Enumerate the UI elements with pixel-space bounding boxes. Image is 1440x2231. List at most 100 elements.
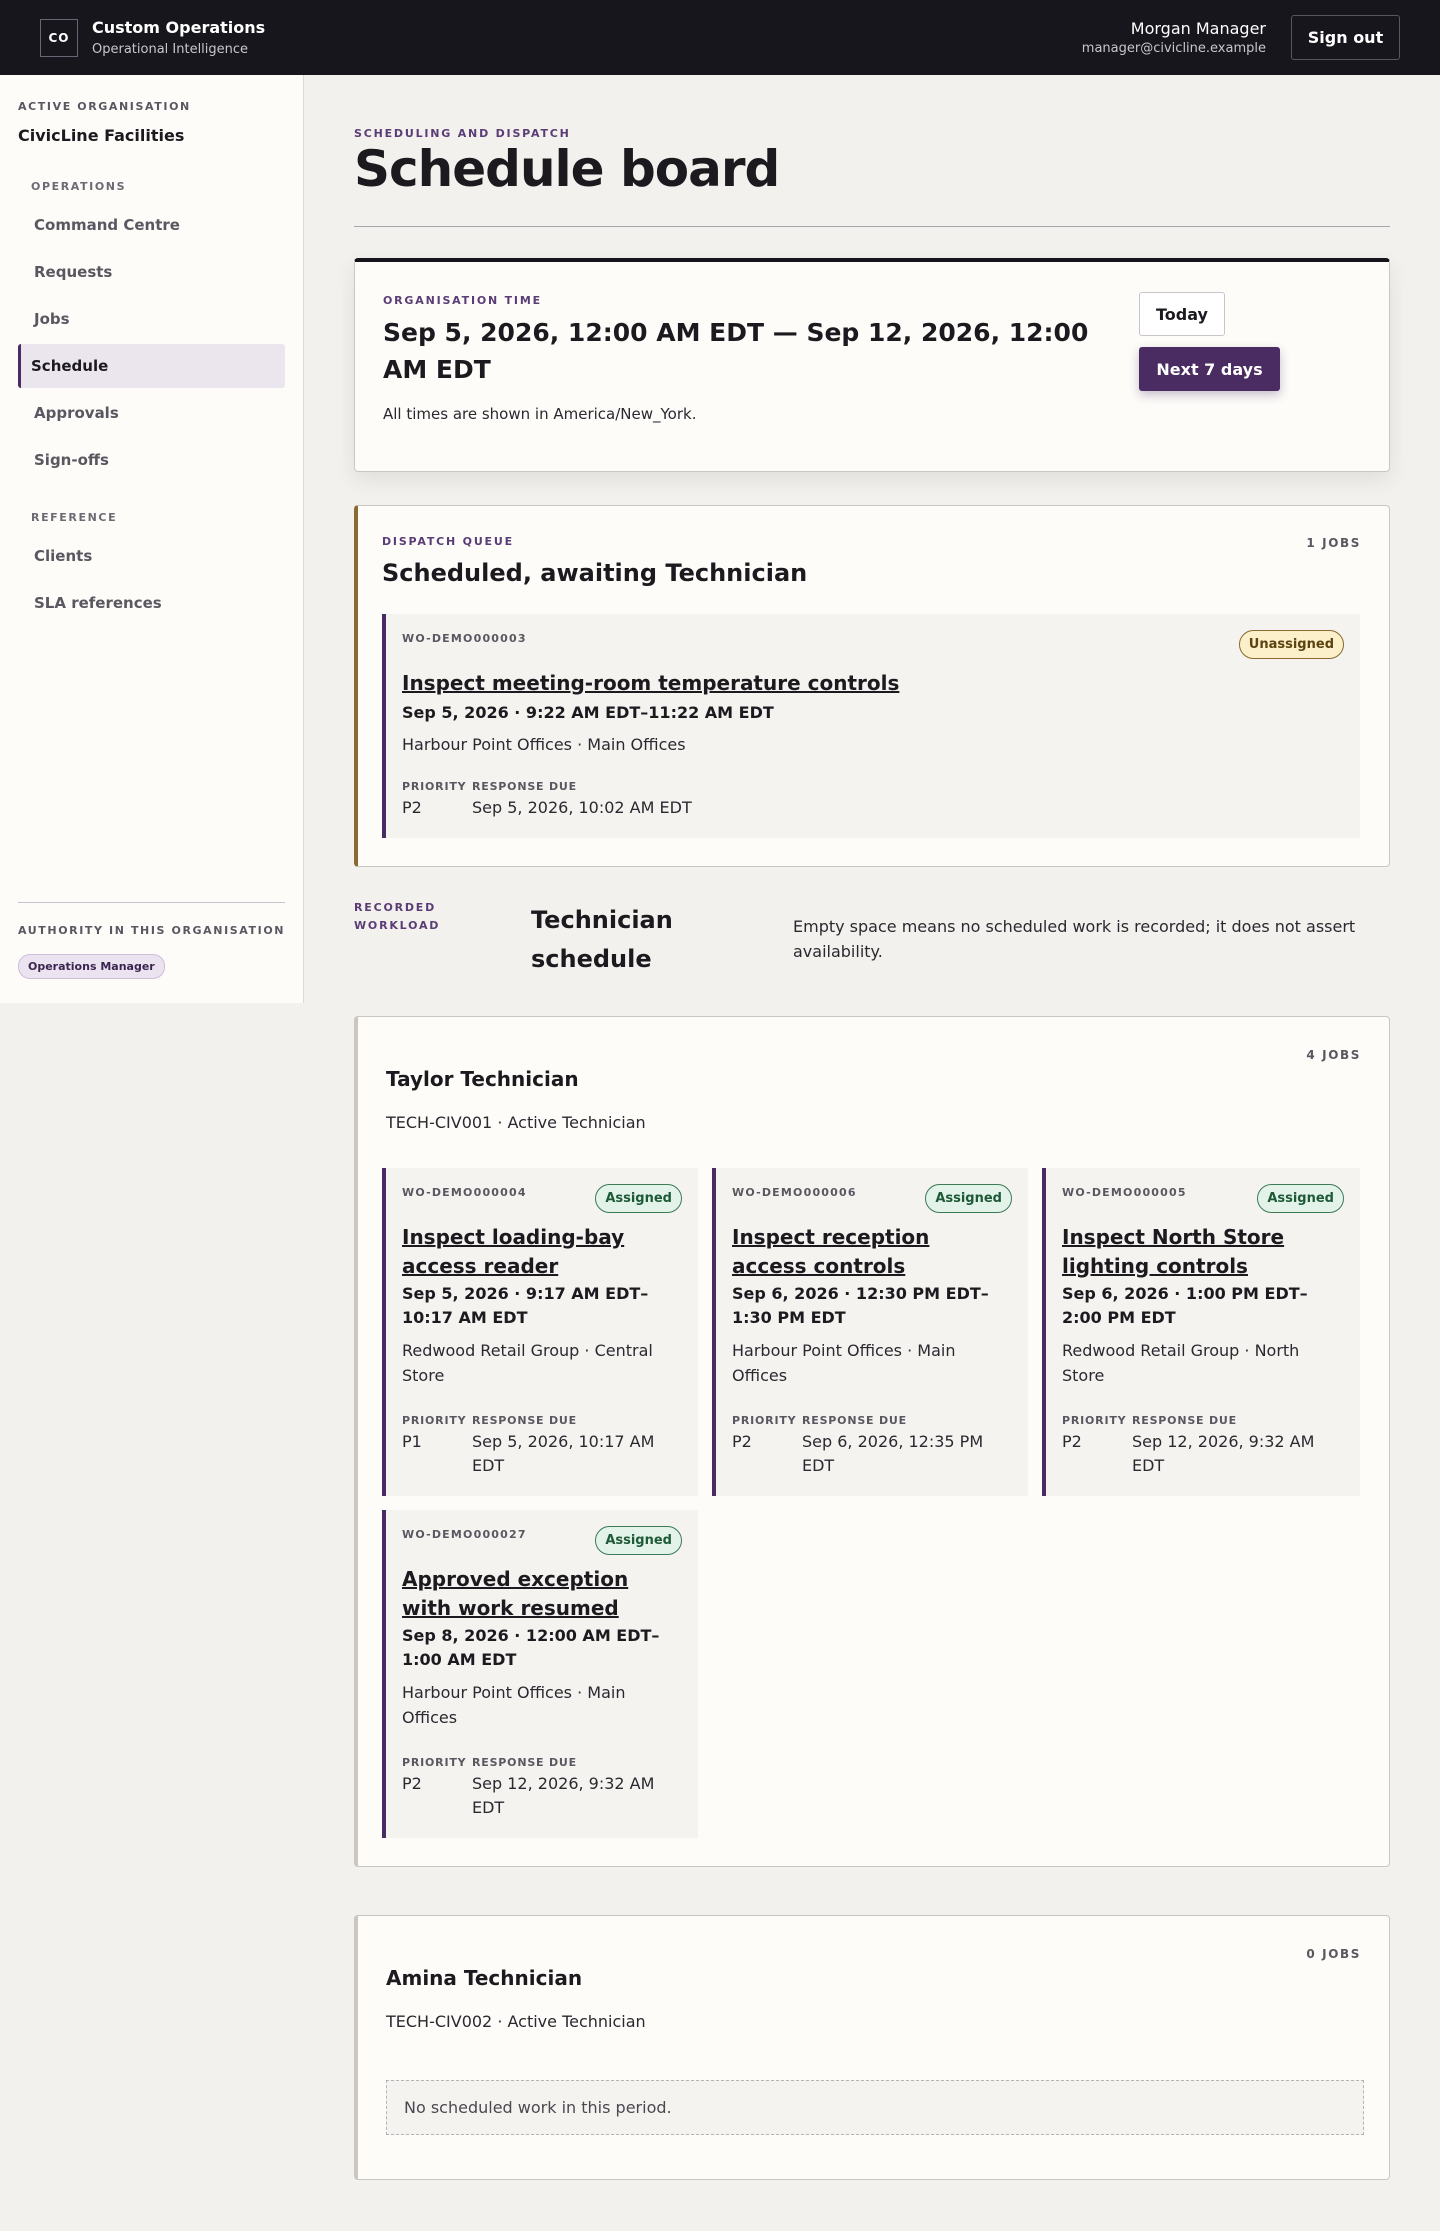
job-title-link[interactable]: Inspect reception access controls: [732, 1223, 1002, 1281]
page-title: Schedule board: [354, 140, 780, 198]
status-badge: Assigned: [595, 1526, 682, 1555]
job-time: Sep 6, 2026 · 12:30 PM EDT–1:30 PM EDT: [732, 1284, 989, 1327]
technician-job-count: 0 JOBS: [1306, 1947, 1361, 1961]
operations-section-label: OPERATIONS: [31, 180, 127, 193]
user-name: Morgan Manager: [1130, 19, 1266, 38]
empty-schedule-message: No scheduled work in this period.: [386, 2080, 1364, 2135]
role-badge: Operations Manager: [18, 954, 165, 979]
job-card: WO-DEMO000005 Assigned Inspect North Sto…: [1042, 1168, 1360, 1496]
response-due-value: Sep 12, 2026, 9:32 AM EDT: [472, 1774, 655, 1817]
priority-value: P2: [732, 1432, 752, 1451]
authority-label: AUTHORITY IN THIS ORGANISATION: [18, 924, 286, 937]
user-email: manager@civicline.example: [1081, 41, 1266, 56]
response-due-label: RESPONSE DUE: [802, 1414, 907, 1427]
technician-details: TECH-CIV002 · Active Technician: [386, 2012, 646, 2031]
reference-section-label: REFERENCE: [31, 511, 118, 524]
sidebar-item-sla-references[interactable]: SLA references: [18, 581, 285, 625]
status-badge: Assigned: [595, 1184, 682, 1213]
workload-eyebrow: RECORDED WORKLOAD: [354, 901, 441, 932]
technician-details: TECH-CIV001 · Active Technician: [386, 1113, 646, 1132]
technician-card: Taylor Technician TECH-CIV001 · Active T…: [354, 1016, 1390, 1867]
job-location: Harbour Point Offices · Main Offices: [402, 1683, 626, 1727]
job-location: Redwood Retail Group · Central Store: [402, 1341, 653, 1385]
queue-eyebrow: DISPATCH QUEUE: [382, 535, 514, 548]
response-due-label: RESPONSE DUE: [1132, 1414, 1237, 1427]
job-id: WO-DEMO000004: [402, 1186, 527, 1199]
priority-value: P2: [402, 798, 422, 817]
workload-title: Technician schedule: [531, 906, 673, 973]
job-id: WO-DEMO000005: [1062, 1186, 1187, 1199]
status-badge: Assigned: [925, 1184, 1012, 1213]
timezone-note: All times are shown in America/New_York.: [383, 405, 697, 423]
workload-note: Empty space means no scheduled work is r…: [793, 917, 1356, 961]
response-due-value: Sep 5, 2026, 10:17 AM EDT: [472, 1432, 655, 1475]
priority-label: PRIORITY: [402, 1414, 467, 1427]
technician-job-count: 4 JOBS: [1306, 1048, 1361, 1062]
sidebar: ACTIVE ORGANISATION CivicLine Facilities…: [0, 75, 304, 1003]
job-card: WO-DEMO000027 Assigned Approved exceptio…: [382, 1510, 698, 1838]
queue-title: Scheduled, awaiting Technician: [382, 559, 808, 587]
status-badge: Unassigned: [1238, 630, 1344, 659]
priority-label: PRIORITY: [732, 1414, 797, 1427]
top-bar: CO Custom Operations Operational Intelli…: [0, 0, 1440, 75]
priority-value: P1: [402, 1432, 422, 1451]
sidebar-item-clients[interactable]: Clients: [18, 534, 285, 578]
brand: Custom Operations Operational Intelligen…: [92, 18, 265, 57]
response-due-label: RESPONSE DUE: [472, 1756, 577, 1769]
today-button[interactable]: Today: [1139, 292, 1225, 336]
job-time: Sep 5, 2026 · 9:22 AM EDT–11:22 AM EDT: [402, 703, 774, 722]
job-time: Sep 8, 2026 · 12:00 AM EDT–1:00 AM EDT: [402, 1626, 660, 1669]
job-location: Harbour Point Offices · Main Offices: [402, 735, 686, 754]
technician-name: Taylor Technician: [386, 1067, 579, 1091]
job-time: Sep 5, 2026 · 9:17 AM EDT–10:17 AM EDT: [402, 1284, 649, 1327]
active-org-label: ACTIVE ORGANISATION: [18, 100, 191, 113]
sidebar-item-jobs[interactable]: Jobs: [18, 297, 285, 341]
job-title-link[interactable]: Approved exception with work resumed: [402, 1565, 672, 1623]
job-title-link[interactable]: Inspect meeting-room temperature control…: [402, 669, 899, 698]
job-card: WO-DEMO000006 Assigned Inspect reception…: [712, 1168, 1028, 1496]
app-logo: CO: [40, 18, 78, 57]
time-window-card: ORGANISATION TIME Sep 5, 2026, 12:00 AM …: [354, 258, 1390, 472]
job-id: WO-DEMO000027: [402, 1528, 527, 1541]
sidebar-item-sign-offs[interactable]: Sign-offs: [18, 438, 285, 482]
time-eyebrow: ORGANISATION TIME: [383, 294, 542, 307]
user-info: Morgan Manager manager@civicline.example: [1082, 19, 1266, 56]
job-card: WO-DEMO000003 Unassigned Inspect meeting…: [382, 614, 1360, 838]
priority-label: PRIORITY: [402, 780, 467, 793]
job-location: Redwood Retail Group · North Store: [1062, 1341, 1300, 1385]
dispatch-queue-card: DISPATCH QUEUE Scheduled, awaiting Techn…: [354, 505, 1390, 867]
sign-out-button[interactable]: Sign out: [1291, 15, 1400, 60]
job-title-link[interactable]: Inspect loading-bay access reader: [402, 1223, 672, 1281]
sidebar-item-approvals[interactable]: Approvals: [18, 391, 285, 435]
time-range: Sep 5, 2026, 12:00 AM EDT — Sep 12, 2026…: [383, 318, 1089, 384]
sidebar-item-requests[interactable]: Requests: [18, 250, 285, 294]
response-due-value: Sep 6, 2026, 12:35 PM EDT: [802, 1432, 984, 1475]
sidebar-item-schedule[interactable]: Schedule: [18, 344, 285, 388]
status-badge: Assigned: [1257, 1184, 1344, 1213]
app-title: Custom Operations: [92, 18, 266, 37]
priority-label: PRIORITY: [1062, 1414, 1127, 1427]
job-card: WO-DEMO000004 Assigned Inspect loading-b…: [382, 1168, 698, 1496]
job-location: Harbour Point Offices · Main Offices: [732, 1341, 956, 1385]
job-title-link[interactable]: Inspect North Store lighting controls: [1062, 1223, 1332, 1281]
technician-name: Amina Technician: [386, 1966, 583, 1990]
priority-value: P2: [402, 1774, 422, 1793]
app-subtitle: Operational Intelligence: [92, 42, 249, 57]
response-due-value: Sep 12, 2026, 9:32 AM EDT: [1132, 1432, 1315, 1475]
response-due-label: RESPONSE DUE: [472, 780, 577, 793]
sidebar-divider: [18, 902, 285, 903]
next-7-days-button[interactable]: Next 7 days: [1139, 347, 1280, 391]
active-org-name: CivicLine Facilities: [18, 126, 185, 145]
job-id: WO-DEMO000006: [732, 1186, 857, 1199]
job-id: WO-DEMO000003: [402, 632, 527, 645]
queue-count: 1 JOBS: [1306, 536, 1361, 550]
priority-label: PRIORITY: [402, 1756, 467, 1769]
sidebar-item-command-centre[interactable]: Command Centre: [18, 203, 285, 247]
page-eyebrow: SCHEDULING AND DISPATCH: [354, 127, 571, 140]
title-divider: [354, 226, 1390, 227]
priority-value: P2: [1062, 1432, 1082, 1451]
response-due-label: RESPONSE DUE: [472, 1414, 577, 1427]
technician-card: Amina Technician TECH-CIV002 · Active Te…: [354, 1915, 1390, 2180]
response-due-value: Sep 5, 2026, 10:02 AM EDT: [472, 798, 692, 817]
job-time: Sep 6, 2026 · 1:00 PM EDT–2:00 PM EDT: [1062, 1284, 1308, 1327]
